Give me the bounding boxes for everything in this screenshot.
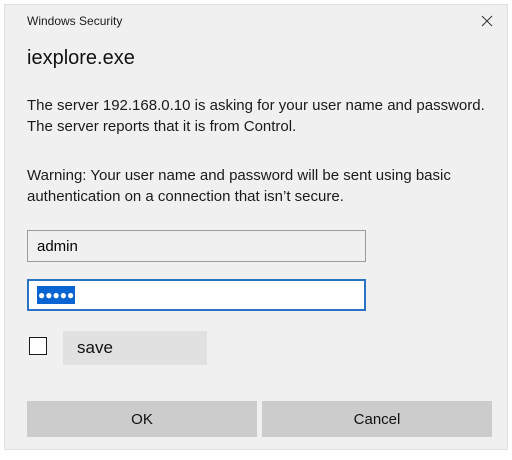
security-warning: Warning: Your user name and password wil…: [27, 167, 451, 205]
remember-label-text: save: [77, 338, 113, 357]
app-name: iexplore.exe: [27, 47, 135, 69]
remember-label[interactable]: save: [63, 331, 207, 365]
credential-dialog: Windows Security iexplore.exe The server…: [4, 4, 508, 450]
close-icon: [481, 15, 493, 27]
server-message: The server 192.168.0.10 is asking for yo…: [27, 97, 485, 135]
window-title: Windows Security: [27, 14, 123, 28]
cancel-button[interactable]: Cancel: [262, 401, 492, 437]
password-mask: ●●●●●: [37, 286, 76, 304]
close-button[interactable]: [473, 9, 501, 33]
username-field[interactable]: admin: [27, 230, 366, 262]
password-field[interactable]: ●●●●●: [27, 279, 366, 311]
username-value: admin: [37, 237, 78, 255]
remember-checkbox[interactable]: [29, 337, 47, 355]
ok-button[interactable]: OK: [27, 401, 257, 437]
